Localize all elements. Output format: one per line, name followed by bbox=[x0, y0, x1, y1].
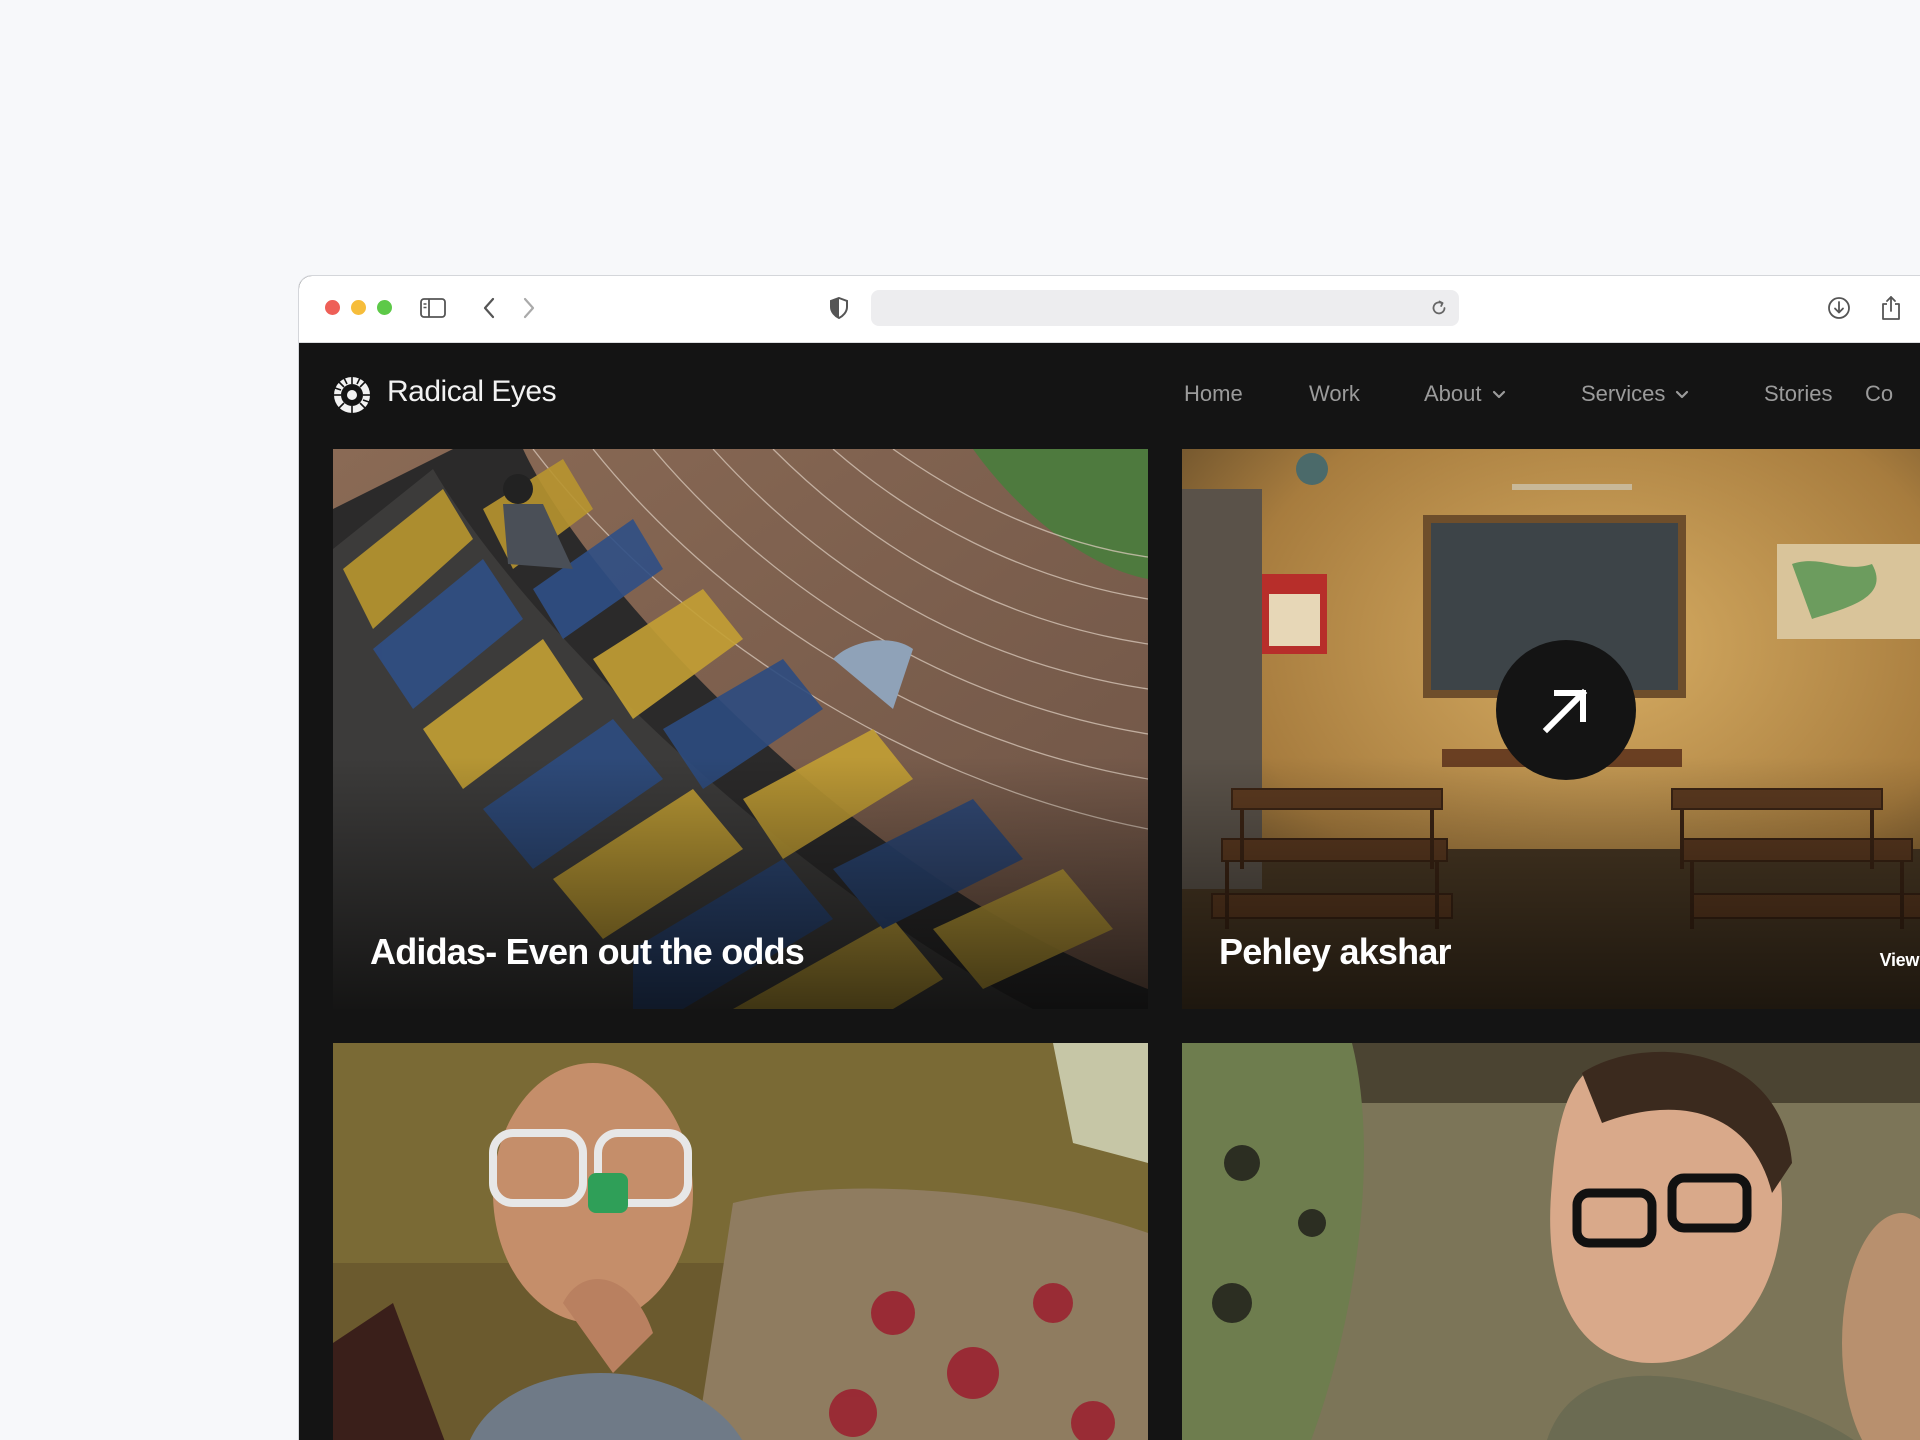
open-case-button[interactable] bbox=[1496, 640, 1636, 780]
download-icon[interactable] bbox=[1825, 294, 1853, 322]
chevron-down-icon bbox=[1492, 390, 1505, 398]
minimize-window-button[interactable] bbox=[351, 300, 366, 315]
nav-item-services[interactable]: Services bbox=[1581, 381, 1689, 407]
nav-item-work[interactable]: Work bbox=[1309, 381, 1360, 407]
forward-icon[interactable] bbox=[515, 294, 543, 322]
chevron-down-icon bbox=[1676, 390, 1689, 398]
site-header: Radical Eyes Home Work About Services St… bbox=[299, 343, 1920, 447]
reload-icon[interactable] bbox=[1425, 294, 1453, 322]
work-card-adidas[interactable]: Adidas- Even out the odds bbox=[333, 449, 1148, 1009]
view-case-study-link[interactable]: View Case S bbox=[1880, 950, 1920, 971]
zoom-window-button[interactable] bbox=[377, 300, 392, 315]
address-bar[interactable] bbox=[871, 290, 1459, 326]
brand-name[interactable]: Radical Eyes bbox=[387, 375, 557, 409]
portrait-thumbnail bbox=[333, 1043, 1148, 1440]
shield-icon[interactable] bbox=[825, 294, 853, 322]
stadium-thumbnail bbox=[333, 449, 1148, 1009]
nav-item-home[interactable]: Home bbox=[1184, 381, 1243, 407]
nav-item-about[interactable]: About bbox=[1424, 381, 1506, 407]
back-icon[interactable] bbox=[475, 294, 503, 322]
nav-item-stories[interactable]: Stories bbox=[1764, 381, 1832, 407]
sidebar-icon[interactable] bbox=[419, 294, 447, 322]
close-window-button[interactable] bbox=[325, 300, 340, 315]
browser-window: Radical Eyes Home Work About Services St… bbox=[298, 275, 1920, 1440]
card-title: Adidas- Even out the odds bbox=[370, 931, 805, 972]
nav-item-contact[interactable]: Co bbox=[1865, 381, 1893, 407]
arrow-up-right-icon bbox=[1542, 688, 1588, 734]
radical-eyes-logo-icon[interactable] bbox=[333, 376, 371, 414]
portrait-thumbnail-2 bbox=[1182, 1043, 1920, 1440]
work-card-3[interactable] bbox=[333, 1043, 1148, 1440]
work-card-pehley-akshar[interactable]: Pehley akshar View Case S bbox=[1182, 449, 1920, 1009]
work-card-4[interactable] bbox=[1182, 1043, 1920, 1440]
card-title: Pehley akshar bbox=[1219, 931, 1452, 972]
share-icon[interactable] bbox=[1877, 294, 1905, 322]
browser-toolbar bbox=[299, 276, 1920, 343]
